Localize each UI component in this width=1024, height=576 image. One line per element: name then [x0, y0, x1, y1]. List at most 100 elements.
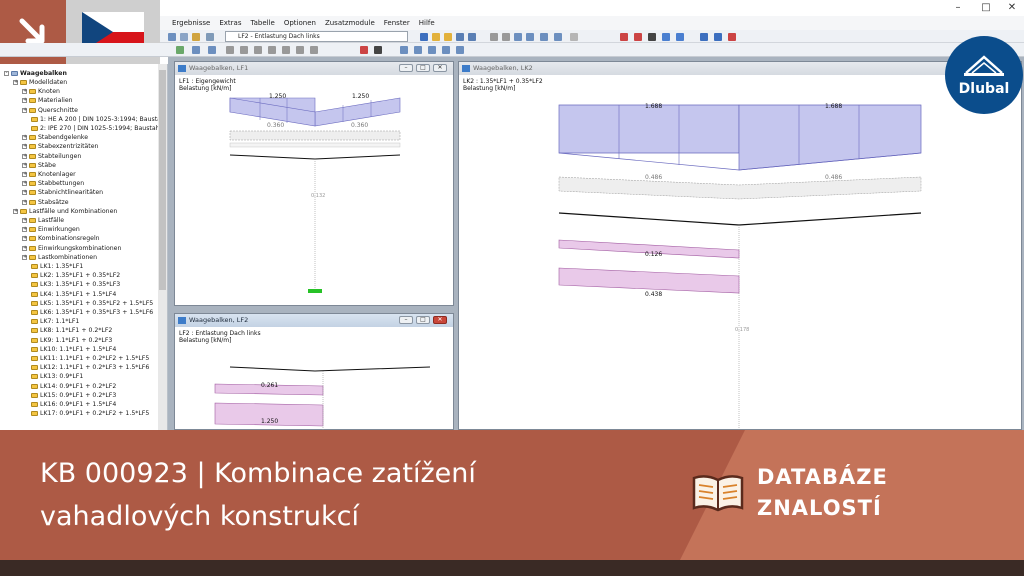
menu-extras[interactable]: Extras [219, 19, 241, 27]
expand-icon[interactable]: + [22, 153, 27, 159]
toolbar-icon[interactable] [310, 46, 318, 54]
nav-item[interactable]: LK3: 1.35*LF1 + 0.35*LF3 [31, 280, 120, 289]
toolbar-icon[interactable] [728, 33, 736, 41]
menu-fenster[interactable]: Fenster [384, 19, 410, 27]
expand-icon[interactable]: + [22, 172, 27, 177]
nav-item[interactable]: LK13: 0.9*LF1 [31, 372, 83, 381]
restore-icon[interactable]: □ [416, 316, 430, 324]
nav-item[interactable]: + Knotenlager [22, 170, 76, 179]
nav-item[interactable]: LK6: 1.35*LF1 + 0.35*LF3 + 1.5*LF6 [31, 308, 153, 317]
toolbar-icon[interactable] [442, 46, 450, 54]
toolbar-icon[interactable] [490, 33, 498, 41]
nav-item[interactable]: + Stäbe [22, 161, 56, 170]
toolbar-icon[interactable] [714, 33, 722, 41]
toolbar-icon[interactable] [414, 46, 422, 54]
menu-ergebnisse[interactable]: Ergebnisse [172, 19, 210, 27]
nav-item[interactable]: LK10: 1.1*LF1 + 1.5*LF4 [31, 345, 116, 354]
minimize-icon[interactable]: – [946, 0, 970, 16]
expand-icon[interactable]: + [22, 135, 27, 141]
toolbar-icon[interactable] [192, 46, 200, 54]
toolbar-icon[interactable] [180, 33, 188, 41]
toolbar-icon[interactable] [226, 46, 234, 54]
navigator-scrollbar[interactable] [158, 64, 167, 430]
expand-icon[interactable]: + [22, 144, 27, 150]
nav-item[interactable]: + Querschnitte [22, 106, 78, 115]
toolbar-icon[interactable] [168, 33, 176, 41]
menu-optionen[interactable]: Optionen [284, 19, 316, 27]
toolbar-icon[interactable] [374, 46, 382, 54]
toolbar-icon[interactable] [420, 33, 428, 41]
toolbar-icon[interactable] [648, 33, 656, 41]
maximize-icon[interactable]: □ [974, 0, 998, 16]
expand-icon[interactable]: + [22, 181, 27, 187]
expand-icon[interactable]: + [22, 162, 27, 168]
toolbar-icon[interactable] [502, 33, 510, 41]
window-lf1[interactable]: Waagebalken, LF1 – □ ✕ LF1 : Eigengewich… [174, 61, 454, 306]
nav-item[interactable]: + Einwirkungen [22, 225, 80, 234]
toolbar-icon[interactable] [554, 33, 562, 41]
toolbar-icon[interactable] [282, 46, 290, 54]
scrollbar-thumb[interactable] [159, 70, 166, 290]
toolbar-icon[interactable] [676, 33, 684, 41]
expand-icon[interactable]: + [22, 236, 27, 242]
toolbar-icon[interactable] [428, 46, 436, 54]
minimize-icon[interactable]: – [399, 316, 413, 324]
nav-item[interactable]: LK2: 1.35*LF1 + 0.35*LF2 [31, 271, 120, 280]
toolbar-icon[interactable] [514, 33, 522, 41]
toolbar-icon[interactable] [208, 46, 216, 54]
nav-item[interactable]: LK7: 1.1*LF1 [31, 317, 79, 326]
loadcase-select[interactable]: LF2 - Entlastung Dach links [225, 31, 408, 42]
menu-zusatzmodule[interactable]: Zusatzmodule [325, 19, 375, 27]
close-icon[interactable]: ✕ [433, 316, 447, 324]
toolbar-icon[interactable] [456, 46, 464, 54]
nav-item[interactable]: 2: IPE 270 | DIN 1025-5:1994; Baustah [31, 124, 160, 133]
nav-item[interactable]: + Lastfälle und Kombinationen [13, 207, 117, 216]
window-lk2[interactable]: Waagebalken, LK2 LK2 : 1.35*LF1 + 0.35*L… [458, 61, 1022, 430]
nav-item[interactable]: + Stabendgelenke [22, 133, 88, 142]
expand-icon[interactable]: + [22, 227, 27, 233]
nav-item[interactable]: LK15: 0.9*LF1 + 0.2*LF3 [31, 391, 116, 400]
window-lf1-titlebar[interactable]: Waagebalken, LF1 – □ ✕ [175, 62, 453, 75]
toolbar-icon[interactable] [360, 46, 368, 54]
window-lf2[interactable]: Waagebalken, LF2 – □ ✕ LF2 : Entlastung … [174, 313, 454, 431]
close-icon[interactable]: ✕ [1000, 0, 1024, 16]
nav-root[interactable]: - Waagebalken [4, 69, 67, 78]
expand-icon[interactable]: + [22, 190, 27, 196]
toolbar-icon[interactable] [570, 33, 578, 41]
nav-item[interactable]: LK4: 1.35*LF1 + 1.5*LF4 [31, 290, 116, 299]
toolbar-icon[interactable] [456, 33, 464, 41]
nav-item[interactable]: + Stabsätze [22, 198, 69, 207]
expand-icon[interactable]: + [22, 245, 27, 251]
collapse-icon[interactable]: - [4, 71, 9, 76]
nav-item[interactable]: LK17: 0.9*LF1 + 0.2*LF2 + 1.5*LF5 [31, 409, 149, 418]
nav-item[interactable]: + Stabteilungen [22, 152, 81, 161]
nav-item[interactable]: LK9: 1.1*LF1 + 0.2*LF3 [31, 336, 112, 345]
nav-item[interactable]: LK16: 0.9*LF1 + 1.5*LF4 [31, 400, 116, 409]
nav-item[interactable]: + Lastfälle [22, 216, 64, 225]
toolbar-icon[interactable] [700, 33, 708, 41]
toolbar-icon[interactable] [468, 33, 476, 41]
expand-icon[interactable]: + [22, 254, 27, 260]
toolbar-icon[interactable] [254, 46, 262, 54]
nav-item[interactable]: LK1: 1.35*LF1 [31, 262, 83, 271]
toolbar-icon[interactable] [526, 33, 534, 41]
nav-item[interactable]: LK11: 1.1*LF1 + 0.2*LF2 + 1.5*LF5 [31, 354, 149, 363]
expand-icon[interactable]: + [22, 107, 27, 113]
nav-item[interactable]: + Knoten [22, 87, 60, 96]
nav-item[interactable]: LK5: 1.35*LF1 + 0.35*LF2 + 1.5*LF5 [31, 299, 153, 308]
nav-item[interactable]: + Einwirkungskombinationen [22, 244, 121, 253]
toolbar-icon[interactable] [540, 33, 548, 41]
toolbar-icon[interactable] [634, 33, 642, 41]
minimize-icon[interactable]: – [399, 64, 413, 72]
toolbar-icon[interactable] [620, 33, 628, 41]
nav-item[interactable]: + Stabbettungen [22, 179, 84, 188]
menu-tabelle[interactable]: Tabelle [250, 19, 274, 27]
nav-item[interactable]: + Kombinationsregeln [22, 234, 100, 243]
nav-item[interactable]: + Modelldaten [13, 78, 67, 87]
toolbar-icon[interactable] [444, 33, 452, 41]
expand-icon[interactable]: + [22, 98, 27, 104]
nav-item[interactable]: + Stabnichtlinearitäten [22, 188, 103, 197]
toolbar-icon[interactable] [662, 33, 670, 41]
expand-icon[interactable]: + [13, 208, 18, 214]
nav-item[interactable]: LK12: 1.1*LF1 + 0.2*LF3 + 1.5*LF6 [31, 363, 149, 372]
